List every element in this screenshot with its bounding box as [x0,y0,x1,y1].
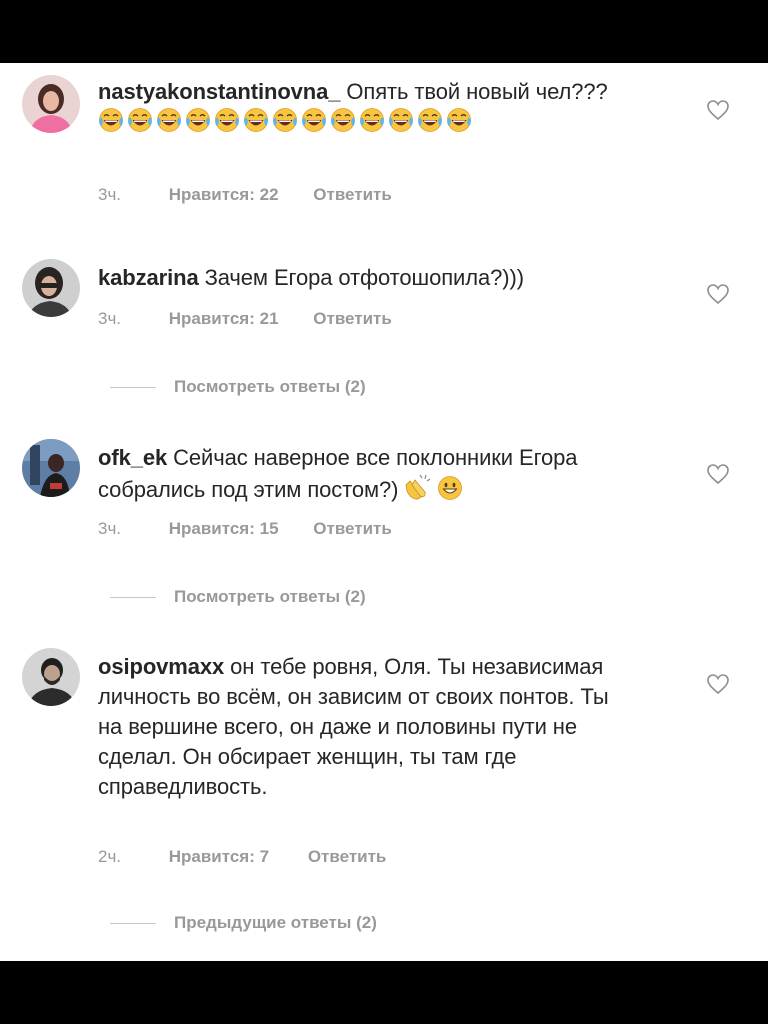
grinning-face-emoji [438,476,463,500]
reply-button[interactable]: Ответить [313,309,392,329]
tears-of-joy-emoji [186,108,210,132]
comment-username[interactable]: nastyakonstantinovna_ [98,79,341,104]
tears-of-joy-emoji [447,108,471,132]
comment-text: Зачем Егора отфотошопила?))) [204,265,524,290]
view-replies-button[interactable]: Посмотреть ответы (2) [96,377,366,397]
comment-body: kabzarina Зачем Егора отфотошопила?))) [98,263,638,293]
previous-replies-label: Предыдущие ответы (2) [174,913,377,932]
comment-meta: 3ч. Нравится: 15 Ответить [98,519,392,539]
emoji-row [404,474,466,502]
comment-text: Сейчас наверное все поклонники Егора соб… [98,445,578,502]
comment-body: nastyakonstantinovna_ Опять твой новый че… [98,77,638,137]
emoji-row [98,108,475,134]
heart-outline-icon[interactable] [706,673,730,695]
tears-of-joy-emoji [360,108,384,132]
view-replies-label: Посмотреть ответы (2) [174,377,366,396]
comment-time: 3ч. [98,519,122,538]
avatar[interactable] [22,75,80,133]
heart-outline-icon[interactable] [706,99,730,121]
comments-panel: nastyakonstantinovna_ Опять твой новый че… [0,63,768,961]
avatar[interactable] [22,648,80,706]
tears-of-joy-emoji [302,108,326,132]
reply-button[interactable]: Ответить [313,519,392,539]
view-replies-label: Посмотреть ответы (2) [174,587,366,606]
comment-meta: 2ч. Нравится: 7 Ответить [98,847,386,867]
comment-body: ofk_ek Сейчас наверное все поклонники Его… [98,443,638,505]
comment-time: 2ч. [98,847,122,866]
divider [110,387,156,389]
comment-body: osipovmaxx он тебе ровня, Оля. Ты независ… [98,652,638,802]
comment-meta: 3ч. Нравится: 21 Ответить [98,309,392,329]
clapping-hands-emoji [406,474,431,500]
tears-of-joy-emoji [99,108,123,132]
tears-of-joy-emoji [273,108,297,132]
screenshot: nastyakonstantinovna_ Опять твой новый че… [0,0,768,1024]
comment-likes[interactable]: Нравится: 21 [169,309,279,329]
view-replies-button[interactable]: Посмотреть ответы (2) [96,587,366,607]
comment-meta: 3ч. Нравится: 22 Ответить [98,185,392,205]
heart-outline-icon[interactable] [706,283,730,305]
divider [110,597,156,599]
reply-button[interactable]: Ответить [308,847,387,867]
previous-replies-button[interactable]: Предыдущие ответы (2) [96,913,377,933]
tears-of-joy-emoji [215,108,239,132]
comment-time: 3ч. [98,309,122,328]
comment-time: 3ч. [98,185,122,204]
reply-button[interactable]: Ответить [313,185,392,205]
tears-of-joy-emoji [418,108,442,132]
heart-outline-icon[interactable] [706,463,730,485]
comment-username[interactable]: kabzarina [98,265,199,290]
tears-of-joy-emoji [331,108,355,132]
comment-text: Опять твой новый чел??? [346,79,608,104]
avatar[interactable] [22,439,80,497]
comment-username[interactable]: ofk_ek [98,445,167,470]
comment-likes[interactable]: Нравится: 15 [169,519,279,539]
comment-likes[interactable]: Нравится: 22 [169,185,279,205]
comment-likes[interactable]: Нравится: 7 [169,847,269,867]
tears-of-joy-emoji [157,108,181,132]
bottom-black-bar [0,961,768,1024]
comment-username[interactable]: osipovmaxx [98,654,224,679]
tears-of-joy-emoji [389,108,413,132]
tears-of-joy-emoji [244,108,268,132]
tears-of-joy-emoji [128,108,152,132]
divider [110,923,156,925]
avatar[interactable] [22,259,80,317]
